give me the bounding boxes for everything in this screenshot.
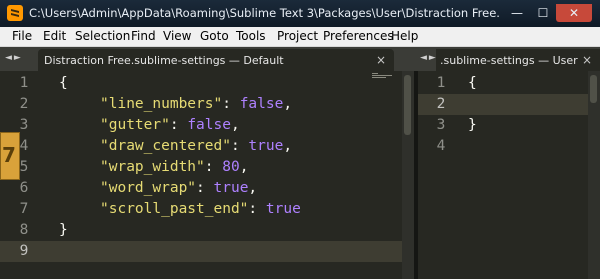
- code-brace: }: [468, 117, 477, 133]
- setting-key: "word_wrap": [100, 180, 197, 196]
- code-line: 1 {: [418, 73, 588, 94]
- line-number: 4: [436, 138, 446, 154]
- code-brace: {: [468, 75, 477, 91]
- window-controls: — ☐ ✕: [504, 4, 592, 22]
- comma: ,: [283, 138, 293, 154]
- menu-file[interactable]: File: [12, 29, 32, 43]
- setting-key: "draw_centered": [100, 138, 231, 154]
- code-line: 4 "draw_centered": true,: [0, 136, 402, 157]
- menu-view[interactable]: View: [163, 29, 191, 43]
- code-line-current: 2: [418, 94, 588, 115]
- separator: :: [169, 117, 188, 133]
- setting-key: "gutter": [100, 117, 170, 133]
- line-number: 8: [19, 222, 29, 238]
- tab-close-icon[interactable]: ×: [376, 53, 386, 67]
- menu-project[interactable]: Project: [277, 29, 318, 43]
- code-line: 6 "word_wrap": true,: [0, 178, 402, 199]
- editor-pane-default[interactable]: 1 { 2 "line_numbers": false, 3 "gutter":…: [0, 71, 402, 279]
- setting-key: "scroll_past_end": [100, 201, 249, 217]
- minimize-button[interactable]: —: [504, 4, 530, 22]
- tab-close-icon[interactable]: ×: [582, 53, 592, 67]
- line-number: 9: [19, 243, 29, 259]
- menu-edit[interactable]: Edit: [43, 29, 66, 43]
- separator: :: [248, 201, 266, 217]
- code-line: 2 "line_numbers": false,: [0, 94, 402, 115]
- tab-label: Distraction Free.sublime-settings — Defa…: [44, 54, 284, 67]
- setting-value: 80: [222, 159, 240, 175]
- comma: ,: [248, 180, 258, 196]
- code-line: 1 {: [0, 73, 402, 94]
- code-brace: {: [59, 75, 68, 91]
- menu-find[interactable]: Find: [131, 29, 156, 43]
- setting-value: true: [248, 138, 284, 154]
- code-line: 3 }: [418, 115, 588, 136]
- menu-tools[interactable]: Tools: [236, 29, 266, 43]
- menu-bar: File Edit Selection Find View Goto Tools…: [0, 27, 600, 47]
- minimap[interactable]: [372, 72, 396, 82]
- editor-pane-user[interactable]: 1 { 2 3 } 4: [418, 71, 588, 279]
- menu-goto[interactable]: Goto: [200, 29, 229, 43]
- side-widget-glyph: 7: [2, 143, 16, 167]
- comma: ,: [283, 96, 293, 112]
- setting-value: false: [187, 117, 231, 133]
- code-line-current: 9: [0, 241, 402, 262]
- code-line: 3 "gutter": false,: [0, 115, 402, 136]
- line-number: 1: [436, 75, 446, 91]
- title-bar: C:\Users\Admin\AppData\Roaming\Sublime T…: [0, 0, 600, 27]
- code-content: "scroll_past_end": true: [100, 199, 301, 220]
- menu-help[interactable]: Help: [391, 29, 418, 43]
- code-content: "line_numbers": false,: [100, 94, 292, 115]
- tab-bar: ◄► Distraction Free.sublime-settings — D…: [0, 47, 600, 71]
- separator: :: [196, 180, 214, 196]
- sublime-text-icon: [7, 5, 23, 21]
- line-number: 6: [19, 180, 29, 196]
- line-number: 1: [19, 75, 29, 91]
- code-brace: }: [59, 222, 68, 238]
- code-line: 8 }: [0, 220, 402, 241]
- comma: ,: [239, 159, 249, 175]
- setting-value: false: [239, 96, 284, 112]
- line-number: 7: [19, 201, 29, 217]
- tab-scroll-arrows-left-pane[interactable]: ◄►: [5, 53, 23, 63]
- scrollbar-thumb[interactable]: [404, 75, 411, 135]
- line-number: 2: [19, 96, 29, 112]
- side-widget-tab[interactable]: 7: [0, 132, 20, 180]
- window-title: C:\Users\Admin\AppData\Roaming\Sublime T…: [29, 6, 499, 20]
- code-content: "draw_centered": true,: [100, 136, 292, 157]
- setting-value: true: [213, 180, 249, 196]
- code-line: 5 "wrap_width": 80,: [0, 157, 402, 178]
- setting-key: "line_numbers": [100, 96, 223, 112]
- comma: ,: [230, 117, 240, 133]
- setting-key: "wrap_width": [100, 159, 205, 175]
- code-line: 7 "scroll_past_end": true: [0, 199, 402, 220]
- line-number: 3: [436, 117, 446, 133]
- code-content: "gutter": false,: [100, 115, 240, 136]
- line-number: 2: [436, 96, 446, 112]
- tab-default-settings[interactable]: Distraction Free.sublime-settings — Defa…: [38, 49, 394, 71]
- maximize-button[interactable]: ☐: [530, 4, 556, 22]
- setting-value: true: [265, 201, 301, 217]
- menu-selection[interactable]: Selection: [75, 29, 130, 43]
- separator: :: [222, 96, 240, 112]
- tab-label: .sublime-settings — User: [440, 54, 578, 67]
- code-line: 4: [418, 136, 588, 157]
- scrollbar-thumb[interactable]: [590, 75, 597, 103]
- right-pane-scrollbar[interactable]: [588, 71, 600, 279]
- tab-user-settings[interactable]: .sublime-settings — User ×: [436, 49, 600, 71]
- separator: :: [204, 159, 223, 175]
- close-button[interactable]: ✕: [556, 4, 592, 22]
- menu-preferences[interactable]: Preferences: [323, 29, 394, 43]
- separator: :: [230, 138, 249, 154]
- code-content: "word_wrap": true,: [100, 178, 257, 199]
- code-content: "wrap_width": 80,: [100, 157, 248, 178]
- left-pane-scrollbar[interactable]: [402, 71, 414, 279]
